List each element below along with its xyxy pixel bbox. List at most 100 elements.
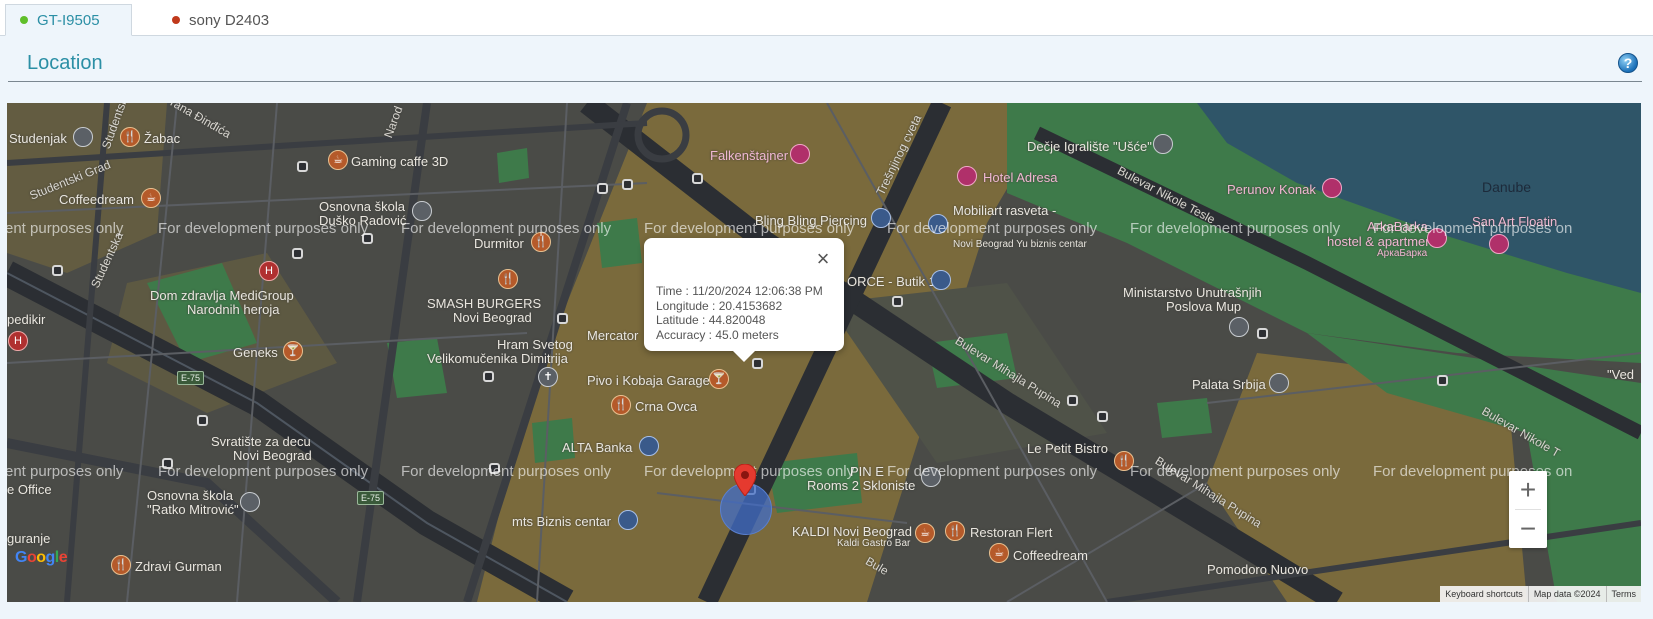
- place-label: Gaming caffe 3D: [351, 154, 449, 169]
- restaurant-icon[interactable]: 🍴: [498, 269, 518, 289]
- place-label: Perunov Konak: [1227, 182, 1316, 197]
- watermark: For development purposes only: [644, 220, 855, 237]
- hotel-icon[interactable]: [957, 166, 977, 186]
- bus-stop-icon[interactable]: [597, 183, 608, 194]
- bus-stop-icon[interactable]: [557, 313, 568, 324]
- watermark: ent purposes only: [7, 220, 124, 237]
- bus-stop-icon[interactable]: [622, 179, 633, 190]
- school-icon[interactable]: [73, 127, 93, 147]
- map-view[interactable]: Danube Bulevar Mihajla Pupina Bulevar Mi…: [7, 103, 1641, 602]
- info-details: Time : 11/20/2024 12:06:38 PM Longitude …: [656, 284, 823, 342]
- watermark: For development purposes only: [401, 220, 612, 237]
- tab-sony-d2403[interactable]: sony D2403: [172, 4, 269, 36]
- zoom-out-button[interactable]: −: [1509, 510, 1547, 548]
- place-label: PIN E: [850, 464, 884, 479]
- place-label: Ministarstvo Unutrašnjih: [1123, 285, 1262, 300]
- bar-icon[interactable]: 🍸: [709, 369, 729, 389]
- place-label: Pomodoro Nuovo: [1207, 562, 1309, 577]
- place-label: Narodnih heroja: [187, 302, 280, 317]
- watermark: For development purposes only: [1130, 220, 1341, 237]
- bus-stop-icon[interactable]: [1067, 395, 1078, 406]
- place-label: Falkenštajner: [710, 148, 789, 163]
- restaurant-icon[interactable]: 🍴: [611, 395, 631, 415]
- bus-stop-icon[interactable]: [1257, 328, 1268, 339]
- place-label: Osnovna škola: [147, 488, 233, 503]
- place-label: Le Petit Bistro: [1027, 441, 1108, 456]
- place-label: Pivo i Kobaja Garage: [587, 373, 710, 388]
- hospital-icon[interactable]: H: [8, 331, 28, 351]
- restaurant-icon[interactable]: 🍴: [120, 127, 140, 147]
- government-icon[interactable]: [1269, 373, 1289, 393]
- place-label: Studenjak: [9, 131, 67, 146]
- place-label: SMASH BURGERS: [427, 296, 542, 311]
- cafe-icon[interactable]: ☕: [915, 523, 935, 543]
- watermark: For development purposes only: [158, 220, 369, 237]
- place-label: ALTA Banka: [562, 440, 633, 455]
- restaurant-icon[interactable]: 🍴: [945, 521, 965, 541]
- info-time: Time : 11/20/2024 12:06:38 PM: [656, 284, 823, 298]
- map-data-label: Map data ©2024: [1527, 586, 1606, 602]
- bus-stop-icon[interactable]: [1437, 375, 1448, 386]
- google-logo[interactable]: Google: [15, 549, 68, 567]
- place-label: Kaldi Gastro Bar: [837, 538, 911, 549]
- hotel-icon[interactable]: [1322, 178, 1342, 198]
- place-label: Geneks: [233, 345, 278, 360]
- shopping-icon[interactable]: [931, 270, 951, 290]
- place-label: e Office: [7, 482, 52, 497]
- bus-stop-icon[interactable]: [292, 248, 303, 259]
- place-label: Novi Beograd: [453, 310, 532, 325]
- watermark: For development purposes only: [401, 463, 612, 480]
- place-label: Zdravi Gurman: [135, 559, 222, 574]
- school-icon[interactable]: [240, 492, 260, 512]
- bus-stop-icon[interactable]: [1097, 411, 1108, 422]
- highway-shield: E-75: [177, 371, 205, 385]
- bus-stop-icon[interactable]: [483, 371, 494, 382]
- place-label: Rooms 2 Skloniste: [807, 478, 916, 493]
- place-label: Velikomučenika Dimitrija: [427, 351, 568, 366]
- help-circle-icon[interactable]: ?: [1618, 53, 1638, 73]
- government-icon[interactable]: [1229, 317, 1249, 337]
- bus-stop-icon[interactable]: [52, 265, 63, 276]
- online-status-icon: [20, 16, 28, 24]
- cafe-icon[interactable]: ☕: [989, 543, 1009, 563]
- bank-icon[interactable]: [639, 436, 659, 456]
- bar-icon[interactable]: 🍸: [283, 341, 303, 361]
- info-longitude: Longitude : 20.4153682: [656, 298, 783, 313]
- place-label: Palata Srbija: [1192, 377, 1266, 392]
- tab-label: GT-I9505: [37, 11, 100, 29]
- header-divider: [8, 81, 1642, 82]
- place-label: pedikir: [7, 312, 46, 327]
- playground-icon[interactable]: [1153, 134, 1173, 154]
- hospital-icon[interactable]: H: [259, 261, 279, 281]
- place-label: "Ved: [1607, 367, 1635, 382]
- bus-stop-icon[interactable]: [692, 173, 703, 184]
- close-icon[interactable]: ×: [814, 248, 832, 270]
- cafe-icon[interactable]: ☕: [328, 150, 348, 170]
- tab-gt-i9505[interactable]: GT-I9505: [5, 4, 132, 36]
- zoom-in-button[interactable]: +: [1509, 471, 1547, 509]
- section-title: Location: [27, 52, 103, 74]
- terms-link[interactable]: Terms: [1605, 586, 1642, 602]
- location-pin-icon[interactable]: [734, 464, 756, 496]
- school-icon[interactable]: [412, 201, 432, 221]
- cafe-icon[interactable]: ☕: [141, 188, 161, 208]
- place-label: Hotel Adresa: [983, 170, 1058, 185]
- river-label: Danube: [1482, 179, 1532, 195]
- bus-stop-icon[interactable]: [297, 161, 308, 172]
- church-icon[interactable]: ✝: [538, 367, 558, 387]
- bus-stop-icon[interactable]: [197, 415, 208, 426]
- highway-shield: E-75: [357, 491, 385, 505]
- watermark: For development purposes only: [1130, 463, 1341, 480]
- shopping-icon[interactable]: [790, 144, 810, 164]
- restaurant-icon[interactable]: 🍴: [111, 555, 131, 575]
- place-label: Coffeedream: [1013, 548, 1088, 563]
- keyboard-shortcuts-link[interactable]: Keyboard shortcuts: [1440, 586, 1528, 602]
- shopping-icon[interactable]: [618, 510, 638, 530]
- hotel-icon[interactable]: [1489, 234, 1509, 254]
- place-label: Novi Beograd Yu biznis centar: [953, 239, 1087, 250]
- watermark: For development purposes on: [1373, 220, 1573, 237]
- place-label: Restoran Flert: [970, 525, 1053, 540]
- bus-stop-icon[interactable]: [892, 296, 903, 307]
- place-label: guranje: [7, 531, 51, 546]
- place-label: АркаБарка: [1377, 248, 1428, 259]
